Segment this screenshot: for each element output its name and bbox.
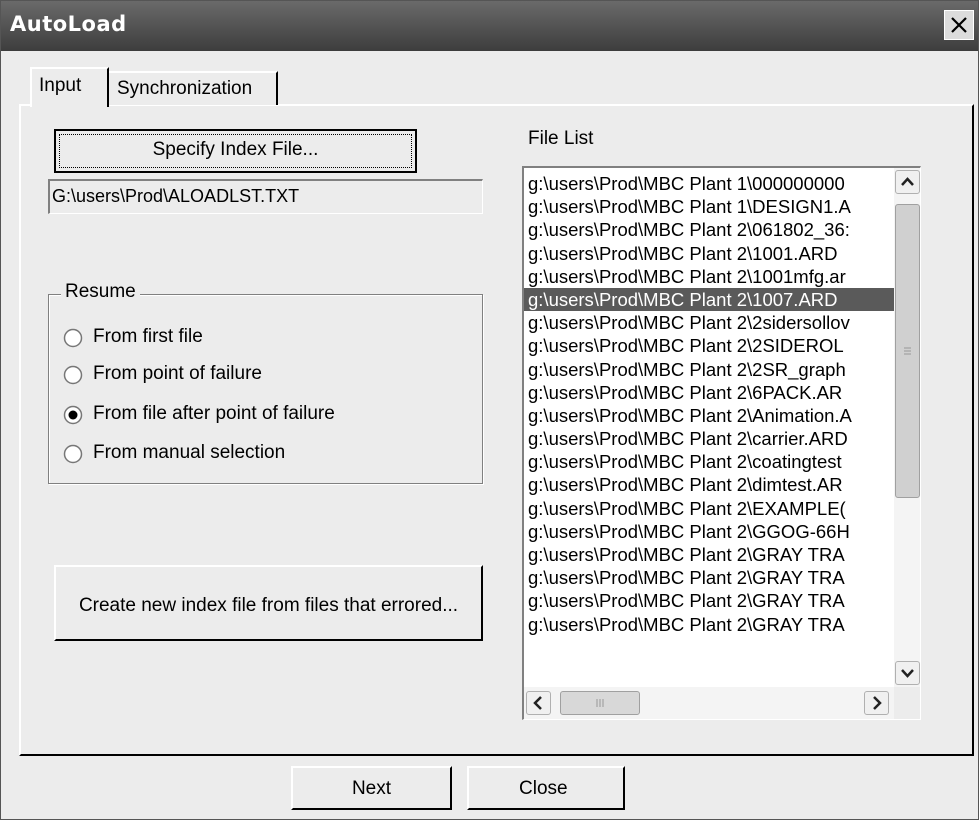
radio-icon	[63, 365, 83, 385]
list-item[interactable]: g:\users\Prod\MBC Plant 2\2SR_graph	[524, 358, 894, 381]
list-item[interactable]: g:\users\Prod\MBC Plant 1\DESIGN1.A	[524, 195, 894, 218]
list-item[interactable]: g:\users\Prod\MBC Plant 2\6PACK.AR	[524, 381, 894, 404]
radio-label: From point of failure	[93, 363, 262, 384]
list-item[interactable]: g:\users\Prod\MBC Plant 2\coatingtest	[524, 450, 894, 473]
tab-input[interactable]: Input	[30, 67, 109, 107]
list-item[interactable]: g:\users\Prod\MBC Plant 2\061802_36:	[524, 218, 894, 241]
chevron-down-icon	[901, 669, 914, 678]
radio-icon	[63, 444, 83, 464]
horizontal-scroll-thumb[interactable]	[560, 691, 640, 715]
autoload-dialog: AutoLoad Input Synchronization Specify I…	[0, 0, 979, 820]
tab-synchronization[interactable]: Synchronization	[109, 71, 278, 105]
close-button-label: Close	[519, 778, 568, 799]
list-item[interactable]: g:\users\Prod\MBC Plant 2\1001mfg.ar	[524, 265, 894, 288]
close-button[interactable]: Close	[467, 766, 625, 810]
next-button-label: Next	[351, 778, 392, 799]
radio-label: From manual selection	[93, 442, 286, 463]
horizontal-scrollbar[interactable]	[524, 687, 894, 719]
resume-group-label: Resume	[61, 281, 140, 303]
list-item[interactable]: g:\users\Prod\MBC Plant 2\GGOG-66H	[524, 520, 894, 543]
list-item[interactable]: g:\users\Prod\MBC Plant 2\dimtest.AR	[524, 473, 894, 496]
scrollbar-corner	[894, 687, 920, 719]
list-item[interactable]: g:\users\Prod\MBC Plant 2\GRAY TRA	[524, 566, 894, 589]
grip-icon	[596, 699, 604, 707]
radio-icon	[63, 328, 83, 348]
tab-input-label: Input	[39, 75, 82, 96]
close-window-button[interactable]	[944, 10, 974, 40]
title-bar[interactable]: AutoLoad	[1, 1, 978, 51]
chevron-right-icon	[873, 696, 882, 710]
list-item[interactable]: g:\users\Prod\MBC Plant 2\GRAY TRA	[524, 589, 894, 612]
file-list-label: File List	[528, 128, 594, 149]
chevron-left-icon	[533, 696, 542, 710]
radio-label: From file after point of failure	[93, 403, 335, 424]
file-listbox[interactable]: g:\users\Prod\MBC Plant 1\000000000 g:\us…	[522, 166, 921, 720]
scroll-down-button[interactable]	[895, 661, 920, 685]
window-title: AutoLoad	[10, 12, 127, 36]
list-item[interactable]: g:\users\Prod\MBC Plant 2\EXAMPLE(	[524, 497, 894, 520]
list-item[interactable]: g:\users\Prod\MBC Plant 2\2SIDEROL	[524, 334, 894, 357]
create-index-label: Create new index file from files that er…	[78, 595, 459, 616]
create-index-from-errored-button[interactable]: Create new index file from files that er…	[54, 565, 483, 641]
next-button[interactable]: Next	[291, 766, 452, 810]
list-item[interactable]: g:\users\Prod\MBC Plant 2\GRAY TRA	[524, 613, 894, 636]
list-item[interactable]: g:\users\Prod\MBC Plant 2\GRAY TRA	[524, 543, 894, 566]
scroll-up-button[interactable]	[895, 170, 920, 194]
scroll-left-button[interactable]	[526, 691, 551, 715]
grip-icon	[904, 347, 911, 355]
chevron-up-icon	[901, 177, 914, 186]
list-item[interactable]: g:\users\Prod\MBC Plant 2\2sidersollov	[524, 311, 894, 334]
list-item[interactable]: g:\users\Prod\MBC Plant 1\000000000	[524, 172, 894, 195]
scroll-right-button[interactable]	[864, 691, 889, 715]
list-item[interactable]: g:\users\Prod\MBC Plant 2\1007.ARD	[524, 287, 894, 312]
list-item[interactable]: g:\users\Prod\MBC Plant 2\carrier.ARD	[524, 427, 894, 450]
vertical-scrollbar[interactable]	[894, 168, 920, 687]
close-icon	[951, 17, 967, 33]
radio-selected-icon	[63, 405, 83, 425]
radio-label: From first file	[93, 326, 203, 347]
specify-index-file-button[interactable]: Specify Index File...	[54, 129, 417, 173]
file-list-items: g:\users\Prod\MBC Plant 1\000000000 g:\us…	[524, 172, 894, 636]
list-item[interactable]: g:\users\Prod\MBC Plant 2\1001.ARD	[524, 242, 894, 265]
tab-synchronization-label: Synchronization	[117, 78, 253, 99]
specify-index-file-label: Specify Index File...	[152, 139, 319, 160]
list-item[interactable]: g:\users\Prod\MBC Plant 2\Animation.A	[524, 404, 894, 427]
index-file-path-field: G:\users\Prod\ALOADLST.TXT	[48, 179, 483, 214]
vertical-scroll-thumb[interactable]	[895, 204, 920, 498]
